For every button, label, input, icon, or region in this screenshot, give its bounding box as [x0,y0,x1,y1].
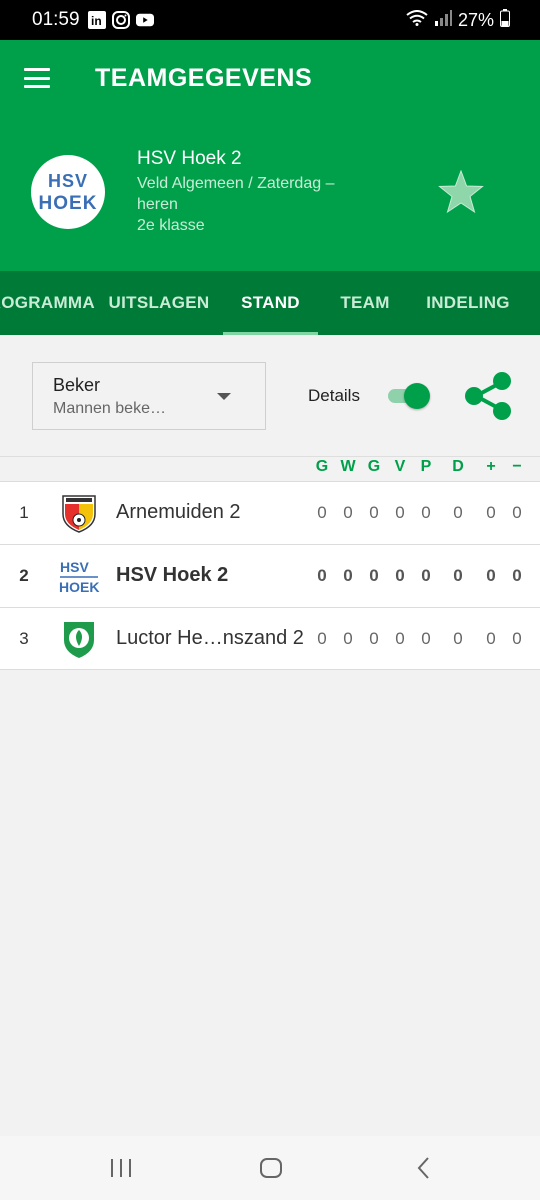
svg-text:HSV: HSV [60,559,89,575]
row-position: 3 [19,629,29,648]
favorite-star-icon[interactable] [438,170,484,214]
competition-select-label: Beker [53,375,101,395]
wifi-icon [406,9,428,31]
column-header: + [486,458,496,475]
club-logo-luctor [64,622,94,658]
stat-cell: 0 [317,629,327,648]
table-row[interactable]: 3 Luctor He…nszand 2 0 0 0 0 0 0 0 0 [0,607,540,670]
details-label: Details [308,386,360,405]
battery-level: 27% [457,9,494,30]
stat-cell: 0 [421,566,431,585]
team-info-line: heren [137,196,178,213]
stat-cell: 0 [512,566,522,585]
club-logo-arnemuiden [62,495,96,533]
stat-cell: 0 [395,503,405,522]
club-name: Arnemuiden 2 [116,501,241,523]
row-position: 1 [19,503,29,522]
column-header: D [452,458,464,475]
youtube-icon [135,11,154,29]
column-header: W [340,458,356,475]
column-header: V [394,458,406,475]
stat-cell: 0 [453,566,463,585]
table-row[interactable]: 1 Arnemuiden 2 0 0 0 0 0 0 0 0 [0,481,540,544]
status-time: 01:59 [32,9,80,30]
team-logo-text-bottom: HOEK [38,192,98,214]
column-header: P [420,458,432,475]
team-name: HSV Hoek 2 [137,148,242,169]
team-info: Veld Algemeen / Zaterdag – heren 2e klas… [137,173,397,236]
club-name: Luctor He…nszand 2 [116,627,304,649]
details-toggle[interactable] [388,383,430,409]
system-nav-bar [0,1136,540,1200]
share-icon[interactable] [462,372,514,420]
linkedin-icon: in [87,11,106,29]
svg-text:in: in [91,14,102,28]
stat-cell: 0 [512,629,522,648]
stat-cell: 0 [395,566,405,585]
page-title: TEAMGEGEVENS [95,64,313,92]
stat-cell: 0 [453,503,463,522]
signal-icon [434,9,452,31]
team-info-line: Veld Algemeen / Zaterdag – [137,175,335,192]
standings-header: G W G V P D + − [0,456,540,482]
competition-select-value: Mannen beke… [53,400,166,417]
menu-icon[interactable] [24,68,50,88]
team-info-line: 2e klasse [137,217,205,234]
stat-cell: 0 [421,503,431,522]
tab-team[interactable]: TEAM [322,271,408,335]
stat-cell: 0 [421,629,431,648]
stat-cell: 0 [369,566,379,585]
stat-cell: 0 [486,503,496,522]
stat-cell: 0 [369,503,379,522]
table-row[interactable]: 2 HSV HOEK HSV Hoek 2 0 0 0 0 0 0 0 0 [0,544,540,607]
tab-programma[interactable]: PROGRAMMA [0,271,95,335]
stat-cell: 0 [395,629,405,648]
competition-select[interactable]: Beker Mannen beke… [32,362,266,430]
tab-stand[interactable]: STAND [223,271,318,335]
app-header: TEAMGEGEVENS HSV HOEK HSV Hoek 2 Veld Al… [0,40,540,271]
stat-cell: 0 [317,566,327,585]
column-header: G [367,458,381,475]
tab-uitslagen[interactable]: UITSLAGEN [98,271,220,335]
stat-cell: 0 [486,629,496,648]
club-name: HSV Hoek 2 [116,564,229,586]
dropdown-caret-icon [217,393,231,400]
stat-cell: 0 [343,629,353,648]
row-position: 2 [19,566,29,585]
recent-apps-icon[interactable] [107,1154,135,1182]
stat-cell: 0 [486,566,496,585]
instagram-icon [111,11,130,29]
column-header: − [512,458,522,475]
club-logo-hsv-hoek: HSV HOEK [58,555,100,597]
tab-bar: PROGRAMMA UITSLAGEN STAND TEAM INDELING [0,271,540,335]
svg-text:HOEK: HOEK [59,579,99,595]
status-bar: 01:59 in 27% [0,0,540,40]
home-icon[interactable] [257,1154,285,1182]
stat-cell: 0 [343,503,353,522]
back-icon[interactable] [410,1154,438,1182]
column-header: G [315,458,329,475]
stat-cell: 0 [453,629,463,648]
stat-cell: 0 [343,566,353,585]
tab-indeling[interactable]: INDELING [418,271,518,335]
team-logo-text-top: HSV [47,170,88,191]
team-logo: HSV HOEK [31,155,105,229]
battery-icon [500,8,510,32]
stat-cell: 0 [369,629,379,648]
stat-cell: 0 [317,503,327,522]
stat-cell: 0 [512,503,522,522]
